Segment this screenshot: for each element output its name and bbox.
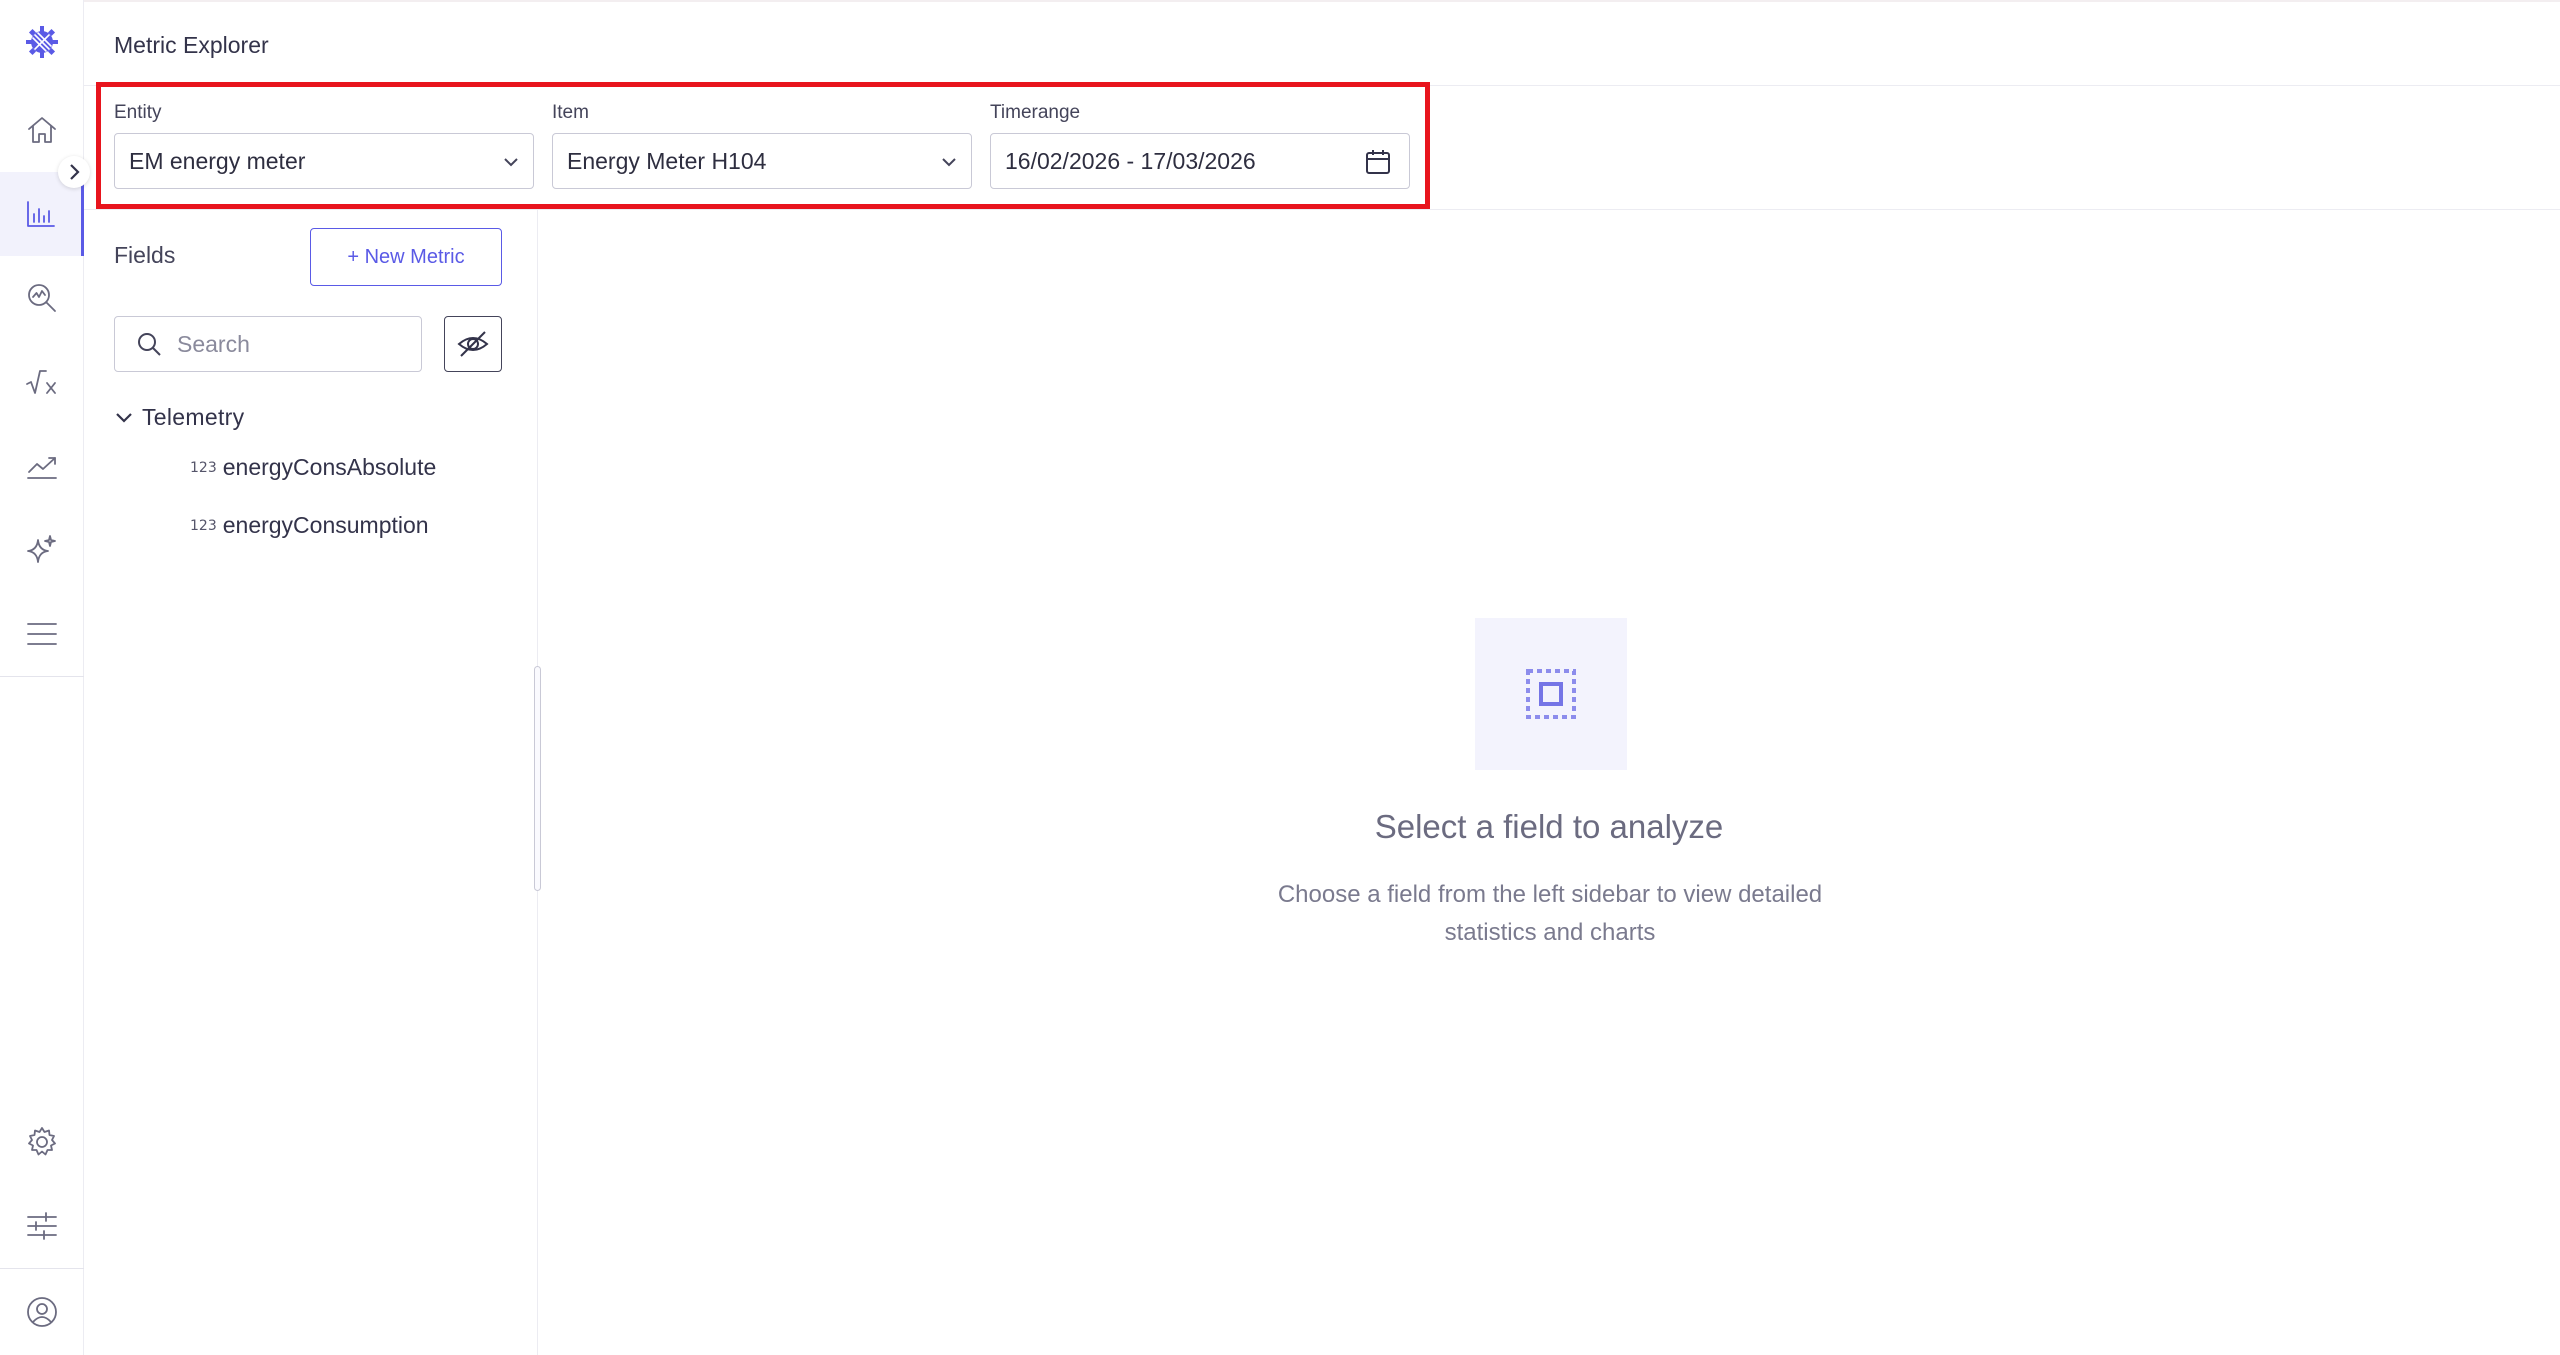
calendar-icon — [1366, 150, 1390, 174]
sidebar-item-trends[interactable] — [0, 424, 84, 508]
entity-select[interactable]: EM energy meter — [114, 133, 534, 189]
field-name: energyConsAbsolute — [222, 454, 437, 480]
search-input[interactable] — [177, 330, 397, 358]
item-label: Item — [552, 102, 589, 123]
new-metric-button[interactable]: + New Metric — [310, 228, 502, 286]
home-icon — [28, 117, 56, 143]
sqrt-icon — [26, 370, 56, 394]
rail-divider — [0, 676, 84, 677]
gear-icon — [28, 1127, 56, 1156]
timerange-filter: Timerange 16/02/2026 - 17/03/2026 — [990, 102, 1410, 189]
timerange-label: Timerange — [990, 102, 1081, 123]
chevron-down-icon — [942, 158, 956, 167]
field-item-energyConsumption[interactable]: 123 energyConsumption — [190, 512, 429, 539]
numeric-type-icon: 123 — [190, 517, 217, 534]
group-label: Telemetry — [142, 404, 245, 430]
empty-state-title: Select a field to analyze — [1374, 808, 1724, 845]
trend-line-icon — [27, 457, 57, 479]
empty-state-icon-box — [1475, 618, 1627, 770]
chevron-down-icon — [504, 158, 518, 167]
sliders-icon — [27, 1212, 57, 1240]
empty-state-description: Choose a field from the left sidebar to … — [1277, 881, 1823, 946]
toggle-hidden-fields-button[interactable] — [444, 316, 502, 372]
rail-divider-bottom — [0, 1268, 84, 1269]
app-logo[interactable] — [0, 0, 84, 84]
field-name: energyConsumption — [222, 512, 429, 538]
item-filter: Item Energy Meter H104 — [552, 102, 972, 189]
fields-panel: Fields + New Metric Telemetry 123 energy… — [84, 210, 541, 1355]
user-icon — [27, 1297, 57, 1327]
chevron-right-icon — [70, 164, 80, 180]
page-header: Metric Explorer — [84, 0, 2560, 86]
item-select[interactable]: Energy Meter H104 — [552, 133, 972, 189]
search-chart-icon — [28, 284, 56, 312]
timerange-picker[interactable]: 16/02/2026 - 17/03/2026 — [990, 133, 1410, 189]
menu-icon — [27, 623, 57, 645]
bar-chart-icon — [26, 201, 55, 227]
sidebar-item-analyze[interactable] — [0, 256, 84, 340]
chevron-down-icon — [116, 412, 132, 423]
field-item-energyConsAbsolute[interactable]: 123 energyConsAbsolute — [190, 454, 436, 481]
sidebar-item-profile[interactable] — [0, 1270, 84, 1354]
entity-label: Entity — [114, 102, 162, 123]
select-field-icon — [1526, 669, 1576, 719]
sidebar-rail — [0, 0, 84, 1355]
page-title: Metric Explorer — [114, 32, 269, 58]
panel-resize-handle[interactable] — [534, 666, 541, 891]
gear-logo-icon — [26, 26, 58, 58]
eye-off-icon — [457, 331, 489, 357]
fields-title: Fields — [114, 242, 176, 268]
group-telemetry-toggle[interactable]: Telemetry — [112, 404, 244, 431]
sidebar-item-formula[interactable] — [0, 340, 84, 424]
sidebar-item-ai[interactable] — [0, 508, 84, 592]
entity-filter: Entity EM energy meter — [114, 102, 534, 189]
timerange-value: 16/02/2026 - 17/03/2026 — [1005, 147, 1256, 174]
search-icon — [138, 333, 161, 356]
numeric-type-icon: 123 — [190, 459, 217, 476]
sidebar-item-adjustments[interactable] — [0, 1184, 84, 1268]
sidebar-item-menu[interactable] — [0, 592, 84, 676]
entity-value: EM energy meter — [129, 147, 306, 174]
field-search[interactable] — [114, 316, 422, 372]
sparkle-icon — [27, 535, 56, 563]
sidebar-item-settings[interactable] — [0, 1100, 84, 1184]
item-value: Energy Meter H104 — [567, 147, 767, 174]
